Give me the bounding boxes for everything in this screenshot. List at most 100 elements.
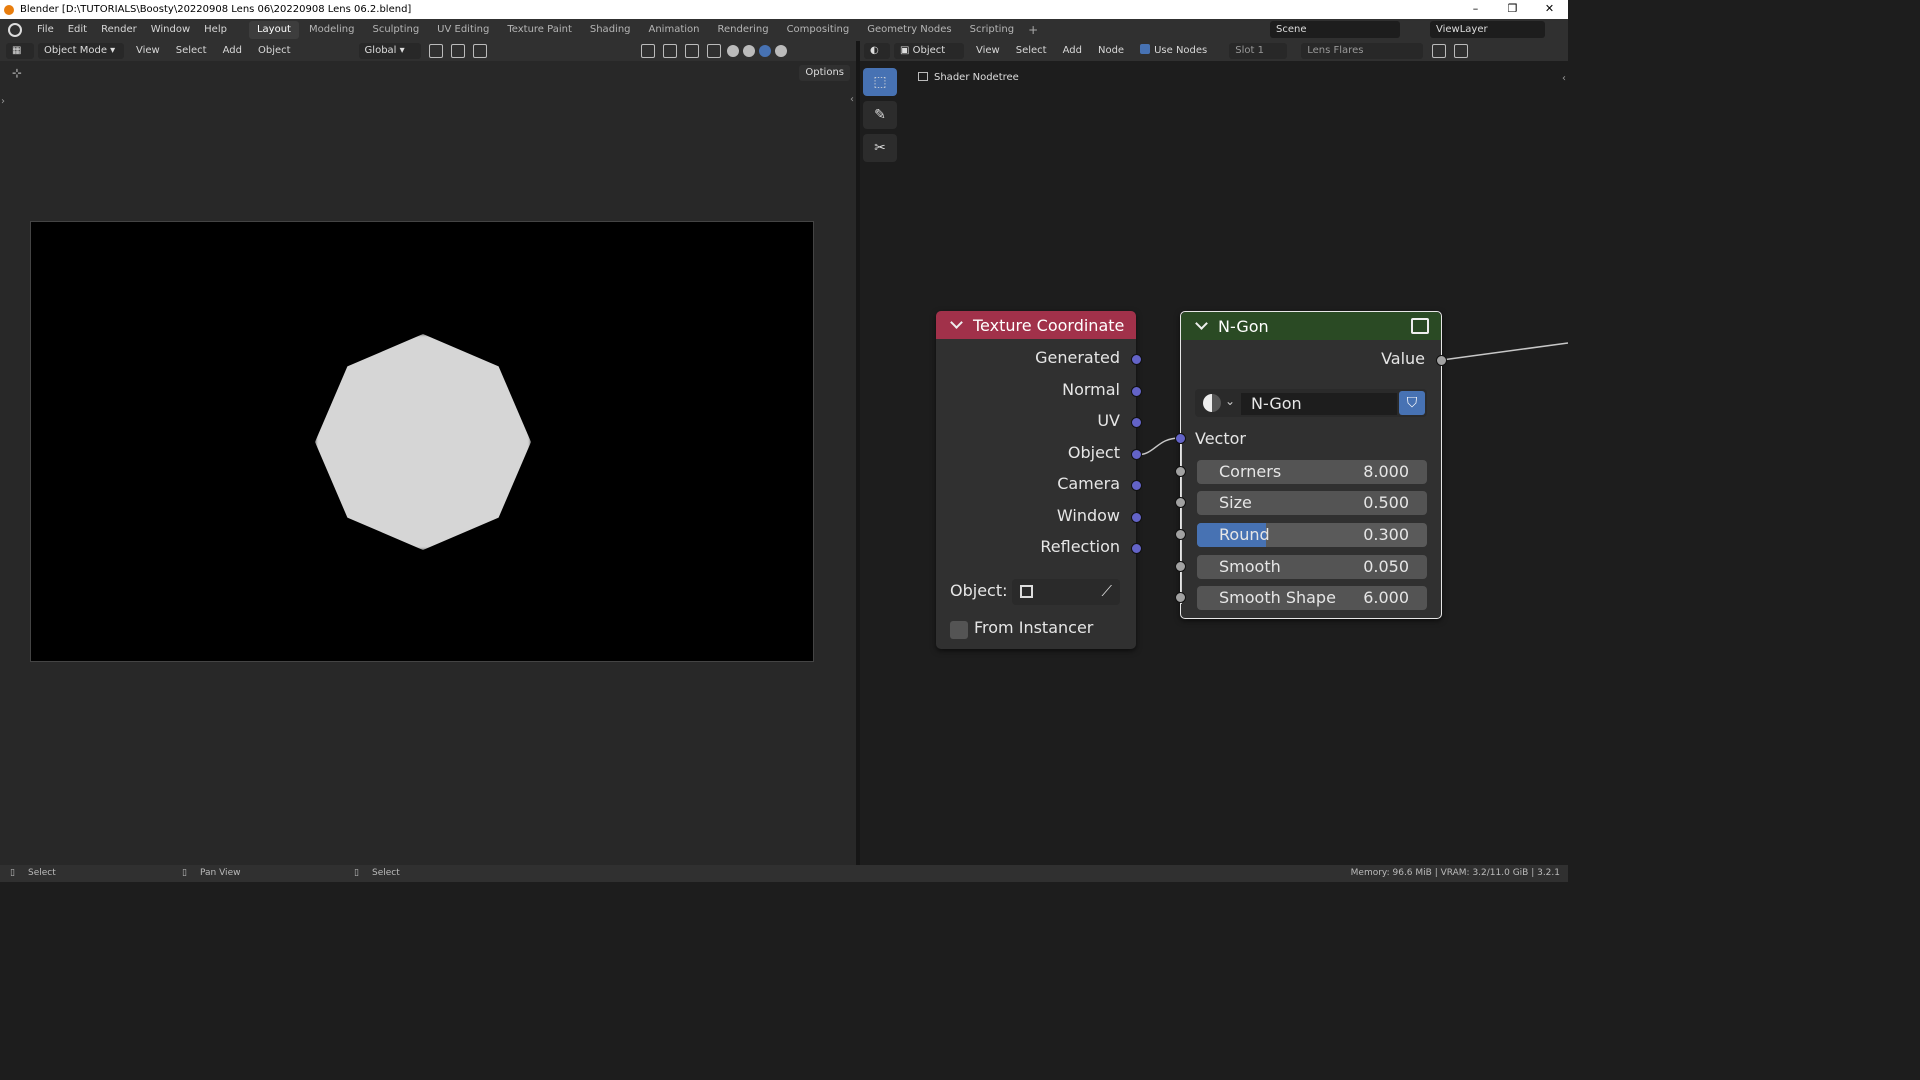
tab-layout[interactable]: Layout [248,21,299,39]
overlay-icon[interactable] [684,44,699,58]
gizmo-icon[interactable] [662,44,677,58]
socket-size[interactable] [1175,497,1186,508]
rendered-shading-icon[interactable] [774,45,787,57]
mouse-middle-icon: ▯ [182,868,187,878]
smooth-field[interactable]: Smooth 0.050 [1197,555,1427,579]
mouse-left-icon: ▯ [10,868,15,878]
snap-icon[interactable] [450,44,465,58]
viewport-menu-object[interactable]: Object [250,41,299,61]
tab-rendering[interactable]: Rendering [709,21,776,39]
smooth-value: 0.050 [1363,557,1409,576]
socket-smooth-shape[interactable] [1175,592,1186,603]
from-instancer-checkbox[interactable] [950,621,968,639]
wireframe-shading-icon[interactable] [726,45,739,57]
menu-edit[interactable]: Edit [61,19,94,41]
menu-help[interactable]: Help [197,19,234,41]
viewport-menu-view[interactable]: View [128,41,168,61]
close-button[interactable]: ✕ [1531,0,1568,19]
tab-uv-editing[interactable]: UV Editing [429,21,497,39]
3d-viewport[interactable]: ▦ Object Mode ▾ View Select Add Object G… [0,41,856,865]
smooth-shape-field[interactable]: Smooth Shape 6.000 [1197,586,1427,610]
transform-icon[interactable]: ⊹ [12,66,22,80]
socket-uv[interactable] [1131,417,1142,428]
eyedropper-icon[interactable]: ⟋ [1101,582,1112,600]
value-output-link [1441,342,1568,361]
socket-vector[interactable] [1175,433,1186,444]
output-uv: UV [1097,411,1120,430]
output-normal: Normal [1062,380,1120,399]
options-dropdown[interactable]: Options [799,65,850,81]
viewport-menu-add[interactable]: Add [215,41,250,61]
socket-reflection[interactable] [1131,543,1142,554]
status-bar: ▯ Select ▯ Pan View ▯ Select Memory: 96.… [0,865,1568,882]
socket-normal[interactable] [1131,386,1142,397]
view-layer-selector[interactable]: ViewLayer [1430,21,1545,38]
corners-value: 8.000 [1363,462,1409,481]
tab-scripting[interactable]: Scripting [962,21,1022,39]
viewport-menu-select[interactable]: Select [168,41,215,61]
node-group-icon[interactable] [1411,318,1429,334]
blender-menu-icon[interactable] [8,23,22,37]
proportional-edit-icon[interactable] [472,44,487,58]
size-label: Size [1219,493,1252,512]
menu-render[interactable]: Render [94,19,144,41]
tab-animation[interactable]: Animation [641,21,708,39]
pivot-icon[interactable] [428,44,443,58]
restore-button[interactable]: ❐ [1494,0,1531,19]
socket-round[interactable] [1175,529,1186,540]
orientation-label: Global [364,45,397,56]
menu-window[interactable]: Window [144,19,197,41]
tab-sculpting[interactable]: Sculpting [364,21,427,39]
node-group-selector[interactable]: ⌄ N-Gon ⛉ [1195,389,1427,417]
ngon-header[interactable]: N-Gon [1181,312,1441,340]
socket-generated[interactable] [1131,354,1142,365]
tab-texture-paint[interactable]: Texture Paint [499,21,580,39]
object-picker-field[interactable]: ⟋ [1012,579,1120,605]
minimize-button[interactable]: – [1457,0,1494,19]
window-title: Blender [D:\TUTORIALS\Boosty\20220908 Le… [20,4,412,15]
texture-coordinate-header[interactable]: Texture Coordinate [936,311,1136,339]
xray-icon[interactable] [706,44,721,58]
material-shading-icon[interactable] [758,45,771,57]
editor-type-button[interactable]: ▦ [6,43,34,59]
smooth-shape-label: Smooth Shape [1219,588,1336,607]
visibility-icon[interactable] [640,44,655,58]
orientation-dropdown[interactable]: Global ▾ [358,43,421,59]
tab-modeling[interactable]: Modeling [301,21,363,39]
socket-smooth[interactable] [1175,561,1186,572]
memory-stats: Memory: 96.6 MiB | VRAM: 3.2/11.0 GiB | … [1350,868,1560,878]
camera-view-frame [30,221,814,662]
collapse-chevron-icon[interactable] [950,316,963,329]
expand-sidebar-icon[interactable]: ‹ [850,94,854,105]
ngon-node[interactable]: N-Gon Value ⌄ N-Gon ⛉ Vector Corners 8.0… [1175,311,1447,619]
socket-camera[interactable] [1131,480,1142,491]
object-mode-dropdown[interactable]: Object Mode ▾ [38,43,124,59]
tab-shading[interactable]: Shading [582,21,639,39]
scene-selector[interactable]: Scene [1270,21,1400,38]
tab-geometry-nodes[interactable]: Geometry Nodes [859,21,959,39]
size-field[interactable]: Size 0.500 [1197,491,1427,515]
expand-toolbar-icon[interactable]: › [1,96,5,107]
collapse-chevron-icon[interactable] [1195,317,1208,330]
round-field[interactable]: Round 0.300 [1197,523,1427,547]
texture-coordinate-node[interactable]: Texture Coordinate Generated Normal UV O… [936,311,1142,649]
object-to-vector-link [1135,437,1181,456]
menu-file[interactable]: File [30,19,61,41]
smooth-shape-value: 6.000 [1363,588,1409,607]
shader-node-editor[interactable]: ◐ ▣ Object View Select Add Node Use Node… [860,41,1568,865]
corners-field[interactable]: Corners 8.000 [1197,460,1427,484]
group-name-field[interactable]: N-Gon [1241,393,1397,415]
add-workspace-button[interactable]: + [1023,23,1043,37]
octagon-render-shape [315,334,531,550]
socket-corners[interactable] [1175,466,1186,477]
socket-object[interactable] [1131,449,1142,460]
socket-window[interactable] [1131,512,1142,523]
output-object: Object [1067,443,1120,462]
socket-value[interactable] [1436,355,1447,366]
fake-user-shield-icon[interactable]: ⛉ [1399,391,1425,415]
tab-compositing[interactable]: Compositing [779,21,858,39]
solid-shading-icon[interactable] [742,45,755,57]
scene-name: Scene [1276,24,1307,35]
from-instancer-label: From Instancer [974,618,1094,637]
expand-node-sidebar-icon[interactable]: ‹ [1562,73,1566,84]
